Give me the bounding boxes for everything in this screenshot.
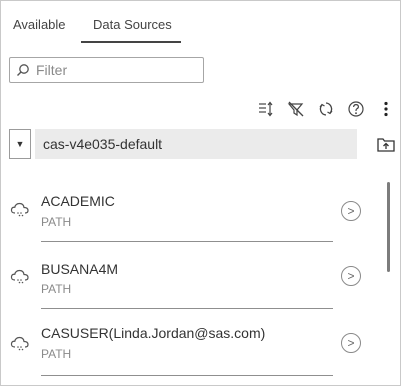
scrollbar[interactable] (387, 182, 390, 272)
more-vertical-icon[interactable] (377, 100, 395, 118)
library-name: CASUSER(Linda.Jordan@sas.com) (41, 325, 266, 341)
row-divider (41, 375, 333, 376)
chevron-right-icon: > (347, 336, 355, 350)
chevron-right-icon: > (347, 204, 355, 218)
server-dropdown[interactable]: cas-v4e035-default (35, 129, 357, 159)
dropdown-toggle-button[interactable]: ▼ (9, 129, 31, 159)
tab-available[interactable]: Available (13, 17, 66, 32)
row-divider (41, 308, 333, 309)
expand-library-button[interactable]: > (341, 266, 361, 286)
library-name: ACADEMIC (41, 193, 115, 209)
filter-field[interactable] (9, 57, 204, 83)
cloud-library-icon (10, 269, 29, 284)
expand-library-button[interactable]: > (341, 201, 361, 221)
list-item[interactable]: BUSANA4M PATH > (1, 248, 387, 312)
cloud-library-icon (10, 202, 29, 217)
chevron-right-icon: > (347, 269, 355, 283)
list-item[interactable]: ACADEMIC PATH > (1, 181, 387, 245)
tab-bar: Available Data Sources (1, 1, 400, 43)
search-icon (17, 64, 29, 76)
hide-filter-icon[interactable] (287, 100, 305, 118)
server-selector: ▼ cas-v4e035-default (9, 129, 357, 159)
server-name: cas-v4e035-default (43, 136, 163, 152)
refresh-icon[interactable] (317, 100, 335, 118)
library-type: PATH (41, 347, 72, 361)
active-tab-indicator (81, 41, 181, 43)
folder-up-icon[interactable] (377, 136, 395, 152)
library-name: BUSANA4M (41, 261, 119, 277)
sort-icon[interactable] (257, 100, 275, 118)
cloud-library-icon (10, 336, 29, 351)
expand-library-button[interactable]: > (341, 333, 361, 353)
chevron-down-icon: ▼ (15, 139, 25, 149)
list-item[interactable]: CASUSER(Linda.Jordan@sas.com) PATH > (1, 315, 387, 379)
toolbar (1, 100, 400, 120)
tab-data-sources[interactable]: Data Sources (93, 17, 172, 32)
filter-input[interactable] (34, 61, 188, 79)
row-divider (41, 241, 333, 242)
library-type: PATH (41, 215, 72, 229)
help-icon[interactable] (347, 100, 365, 118)
data-sources-pane: Available Data Sources Filter ▼ cas-v4e0… (0, 0, 401, 386)
library-type: PATH (41, 282, 72, 296)
